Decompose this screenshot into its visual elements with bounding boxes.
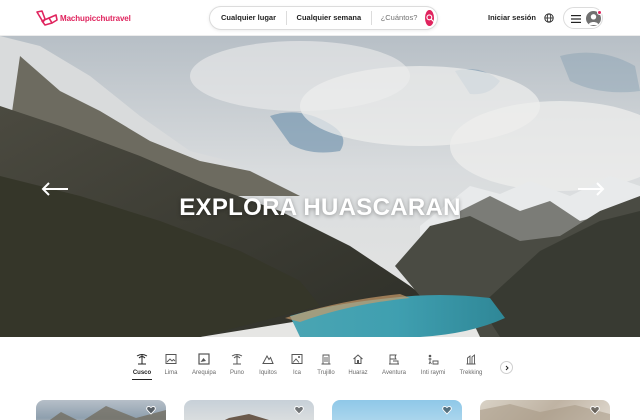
category-aventura[interactable]: Aventura xyxy=(374,350,414,380)
search-guests-field[interactable]: ¿Cuántos? xyxy=(372,11,426,25)
brand-logo[interactable]: Machupicchutravel xyxy=(36,10,131,26)
listing-card[interactable] xyxy=(184,400,314,420)
arrow-left-icon[interactable] xyxy=(40,181,70,197)
category-bar: Cusco Lima Arequipa Puno Iquitos Ica Tru… xyxy=(0,350,640,382)
heart-icon[interactable] xyxy=(294,405,304,415)
arrow-right-icon[interactable] xyxy=(576,181,606,197)
hero-landscape-image xyxy=(0,36,640,337)
user-menu-button[interactable] xyxy=(563,7,603,29)
chevron-right-icon xyxy=(505,365,509,370)
bar-chart-icon xyxy=(466,354,476,365)
flag-building-icon xyxy=(389,354,399,365)
brand-name: Machupicchutravel xyxy=(60,13,131,23)
login-link[interactable]: Iniciar sesión xyxy=(488,13,536,22)
category-label: Huaraz xyxy=(348,370,368,376)
category-label: Trekking xyxy=(459,370,483,376)
mountain-icon xyxy=(262,354,274,364)
category-huaraz[interactable]: Huaraz xyxy=(338,350,378,380)
listing-card[interactable] xyxy=(480,400,610,420)
category-label: Aventura xyxy=(382,370,406,376)
palm-tree-icon xyxy=(231,354,243,365)
search-week-button[interactable]: Cualquier semana xyxy=(287,11,372,25)
picture-icon xyxy=(165,354,177,364)
globe-icon[interactable] xyxy=(544,13,554,23)
listing-card[interactable] xyxy=(332,400,462,420)
house-icon xyxy=(353,354,363,364)
notification-dot xyxy=(597,10,602,15)
person-sun-icon xyxy=(428,354,439,365)
categories-next-button[interactable] xyxy=(500,361,513,374)
palm-tree-icon xyxy=(136,354,148,365)
heart-icon[interactable] xyxy=(590,405,600,415)
hero-banner: EXPLORA HUASCARAN xyxy=(0,36,640,337)
image-frame-icon xyxy=(198,353,210,365)
hamburger-icon xyxy=(571,15,581,23)
category-inti-raymi[interactable]: Inti raymi xyxy=(413,350,453,380)
search-icon xyxy=(426,14,434,22)
top-header: Machupicchutravel Cualquier lugar Cualqu… xyxy=(0,0,640,36)
search-button[interactable] xyxy=(425,10,434,26)
heart-icon[interactable] xyxy=(146,405,156,415)
brand-logo-icon xyxy=(36,10,58,26)
building-icon xyxy=(321,354,331,365)
heart-icon[interactable] xyxy=(442,405,452,415)
category-trekking[interactable]: Trekking xyxy=(451,350,491,380)
landscape-icon xyxy=(291,354,303,364)
category-label: Inti raymi xyxy=(420,370,446,376)
search-place-button[interactable]: Cualquier lugar xyxy=(210,11,286,25)
hero-title: EXPLORA HUASCARAN xyxy=(179,194,461,221)
listing-card[interactable] xyxy=(36,400,166,420)
search-bar[interactable]: Cualquier lugar Cualquier semana ¿Cuánto… xyxy=(209,6,438,30)
